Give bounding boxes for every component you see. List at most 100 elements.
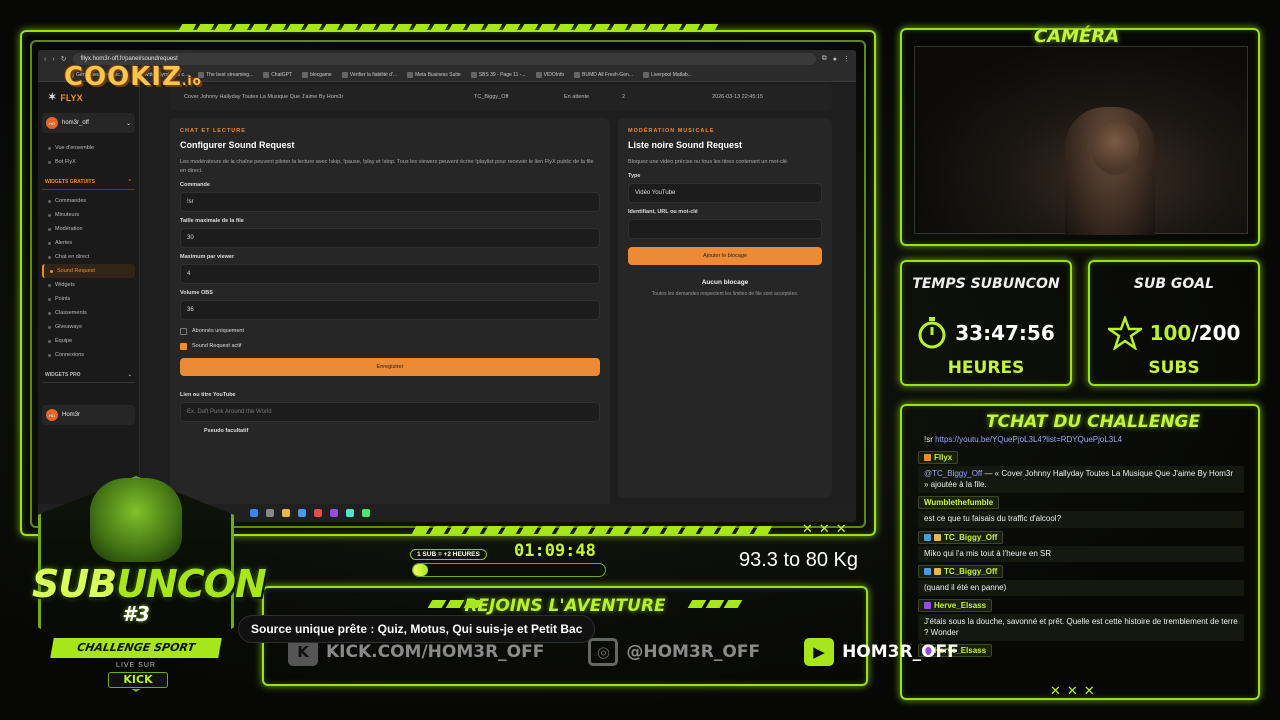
panel-title: Liste noire Sound Request (628, 140, 743, 150)
extensions-icon[interactable]: ⧉ (822, 55, 827, 63)
forward-icon[interactable]: › (52, 56, 54, 63)
identifier-input[interactable] (628, 218, 822, 239)
socials-title: REJOINS L'AVENTURE (464, 596, 666, 616)
logo-number: #3 (122, 602, 150, 626)
chat-username[interactable]: Herve_Elsass (918, 599, 993, 613)
sub-goal-box: SUB GOAL 100/200 SUBS (1088, 260, 1260, 386)
sidebar-item-leaderboards[interactable]: Classements (42, 306, 135, 320)
field-label: Volume OBS (180, 289, 213, 296)
stream-overlay: ✕✕✕ ‹ › ↻ fllyx.hom3r-off.fr/panel/sound… (0, 0, 1280, 720)
queue-size-input[interactable]: 30 (180, 227, 600, 248)
sidebar-item-points[interactable]: Points (42, 292, 135, 306)
sidebar-item-widgets[interactable]: Widgets (42, 278, 135, 292)
bookmark[interactable]: BUMD All Fresh-Gen... (574, 71, 633, 78)
sidebar-item-alerts[interactable]: Alertes (42, 236, 135, 250)
chat-title: TCHAT DU CHALLENGE (986, 412, 1201, 432)
checkbox-box-checked[interactable] (180, 342, 187, 350)
bookmark[interactable]: The best streaming... (198, 71, 253, 78)
sidebar-item-giveaways[interactable]: Giveaways (42, 320, 135, 334)
field-label: Type (628, 172, 641, 179)
panel-description: Les modérateurs de la chaîne peuvent pil… (180, 159, 594, 174)
weight-goal: 93.3 to 80 Kg (739, 549, 858, 571)
search-icon[interactable] (266, 509, 274, 517)
field-label: Maximum par viewer (180, 253, 235, 260)
checkbox-box[interactable] (180, 327, 187, 335)
table-row[interactable]: Cover Johnny Hallyday Toutes La Musique … (170, 84, 832, 110)
logo-ribbon: CHALLENGE SPORT (50, 638, 222, 658)
menu-icon[interactable]: ⋮ (843, 55, 850, 63)
camera-feed (914, 46, 1248, 235)
save-button[interactable]: Enregistrer (180, 357, 600, 376)
bookmark[interactable]: SBS 39 - Page 11 -... (470, 71, 526, 78)
command-input[interactable]: !sr (180, 191, 600, 212)
subuncon-logo: SUBUNCON #3 CHALLENGE SPORT LIVE SUR KIC… (18, 456, 267, 708)
sidebar-item-connections[interactable]: Connexions (42, 348, 135, 362)
bookmark[interactable]: VIDOInfo (535, 71, 564, 78)
flyx-logo[interactable]: ✶ FLYX (48, 92, 135, 103)
sub-goal-value: 100/200 (1090, 316, 1258, 350)
bookmark[interactable]: ChatGPT (263, 71, 292, 78)
stopwatch-icon (918, 317, 946, 349)
youtube-link[interactable]: ▶ HOM3R_OFF (804, 638, 959, 666)
instagram-link[interactable]: ◎ @HOM3R_OFF (588, 638, 760, 666)
bookmark[interactable]: Meta Business Suite (407, 71, 461, 78)
frame-stripe-bottom (411, 526, 773, 536)
app-icon[interactable] (298, 509, 306, 517)
announcement-banner: Source unique prête : Quiz, Motus, Qui s… (238, 615, 596, 643)
bullet-icon (48, 325, 51, 329)
app-icon[interactable] (314, 509, 322, 517)
sidebar-item-live-chat[interactable]: Chat en direct (42, 250, 135, 264)
bookmark[interactable]: blocgame (302, 71, 332, 78)
live-on-label: LIVE SUR (116, 662, 156, 669)
field-label: Lien ou titre YouTube (180, 391, 236, 398)
user-badge-icon (924, 602, 931, 610)
chat-username[interactable]: TC_Biggy_Off (918, 530, 1004, 544)
section-pro-widgets[interactable]: WIDGETS PRO ⌄ (42, 368, 135, 383)
app-icon[interactable] (330, 509, 338, 517)
frame-stripe (427, 600, 483, 610)
folder-icon[interactable] (282, 509, 290, 517)
bullet-icon (48, 339, 51, 343)
chat-username[interactable]: Wumblethefumble (918, 496, 1000, 510)
subscribers-only-checkbox[interactable]: Abonnés uniquement (180, 327, 600, 335)
bullet-icon (48, 311, 51, 315)
chat-username[interactable]: Fllyx (918, 451, 959, 465)
type-select[interactable]: Vidéo YouTube (628, 182, 822, 203)
empty-state: Aucun blocage Toutes les demandes respec… (651, 278, 799, 297)
sidebar-item-timers[interactable]: Minuteurs (42, 208, 135, 222)
section-free-widgets[interactable]: WIDGETS GRATUITS ⌃ (42, 175, 135, 190)
app-icon[interactable] (346, 509, 354, 517)
timer-value: 33:47:56 (902, 316, 1070, 350)
subathon-countdown: 01:09:48 (514, 541, 596, 561)
footer-user[interactable]: HO Hom3r (42, 405, 135, 425)
bookmark[interactable]: Vérifier la fiabilité d'... (341, 71, 397, 78)
sidebar-item-team[interactable]: Équipe (42, 334, 135, 348)
sub-badge-icon (934, 533, 941, 541)
main-content: Cover Johnny Hallyday Toutes La Musique … (140, 82, 856, 522)
back-icon[interactable]: ‹ (44, 56, 46, 63)
sidebar-item-bot[interactable]: Bot FlyX (42, 155, 135, 169)
avatar: HO (46, 409, 58, 421)
whatsapp-icon[interactable] (362, 509, 370, 517)
profile-icon[interactable]: ● (833, 56, 837, 63)
panel-description: Bloquez une vidéo précise ou tous les ti… (628, 159, 789, 165)
volume-input[interactable]: 36 (180, 299, 600, 320)
youtube-link-input[interactable]: Ex. Daft Punk Around the World (180, 401, 600, 422)
panel-eyebrow: CHAT ET LECTURE (180, 128, 246, 134)
sidebar-item-commands[interactable]: Commandes (42, 194, 135, 208)
chat-message: Wumblethefumble est ce que tu faisais du… (918, 496, 1244, 528)
chat-username[interactable]: TC_Biggy_Off (918, 564, 1004, 578)
sound-request-active-checkbox[interactable]: Sound Request actif (180, 342, 600, 350)
user-switcher[interactable]: HO hom3r_off ⌄ (42, 113, 135, 133)
camera-title: CAMÉRA (1034, 26, 1120, 47)
username: hom3r_off (62, 120, 89, 126)
sidebar-item-sound-request[interactable]: Sound Request (42, 264, 135, 278)
add-block-button[interactable]: Ajouter le blocage (628, 246, 822, 265)
sidebar-item-overview[interactable]: Vue d'ensemble (42, 141, 135, 155)
max-per-viewer-input[interactable]: 4 (180, 263, 600, 284)
blacklist-panel: MODÉRATION MUSICALE Liste noire Sound Re… (618, 118, 832, 498)
sidebar: ✶ FLYX HO hom3r_off ⌄ Vue d'ensemble Bot … (38, 82, 140, 504)
bookmark[interactable]: Liverpool Matlab... (643, 71, 692, 78)
sidebar-item-moderation[interactable]: Modération (42, 222, 135, 236)
chat-link[interactable]: https://youtu.be/YQuePjoL3L4?list=RDYQue… (935, 435, 1122, 444)
